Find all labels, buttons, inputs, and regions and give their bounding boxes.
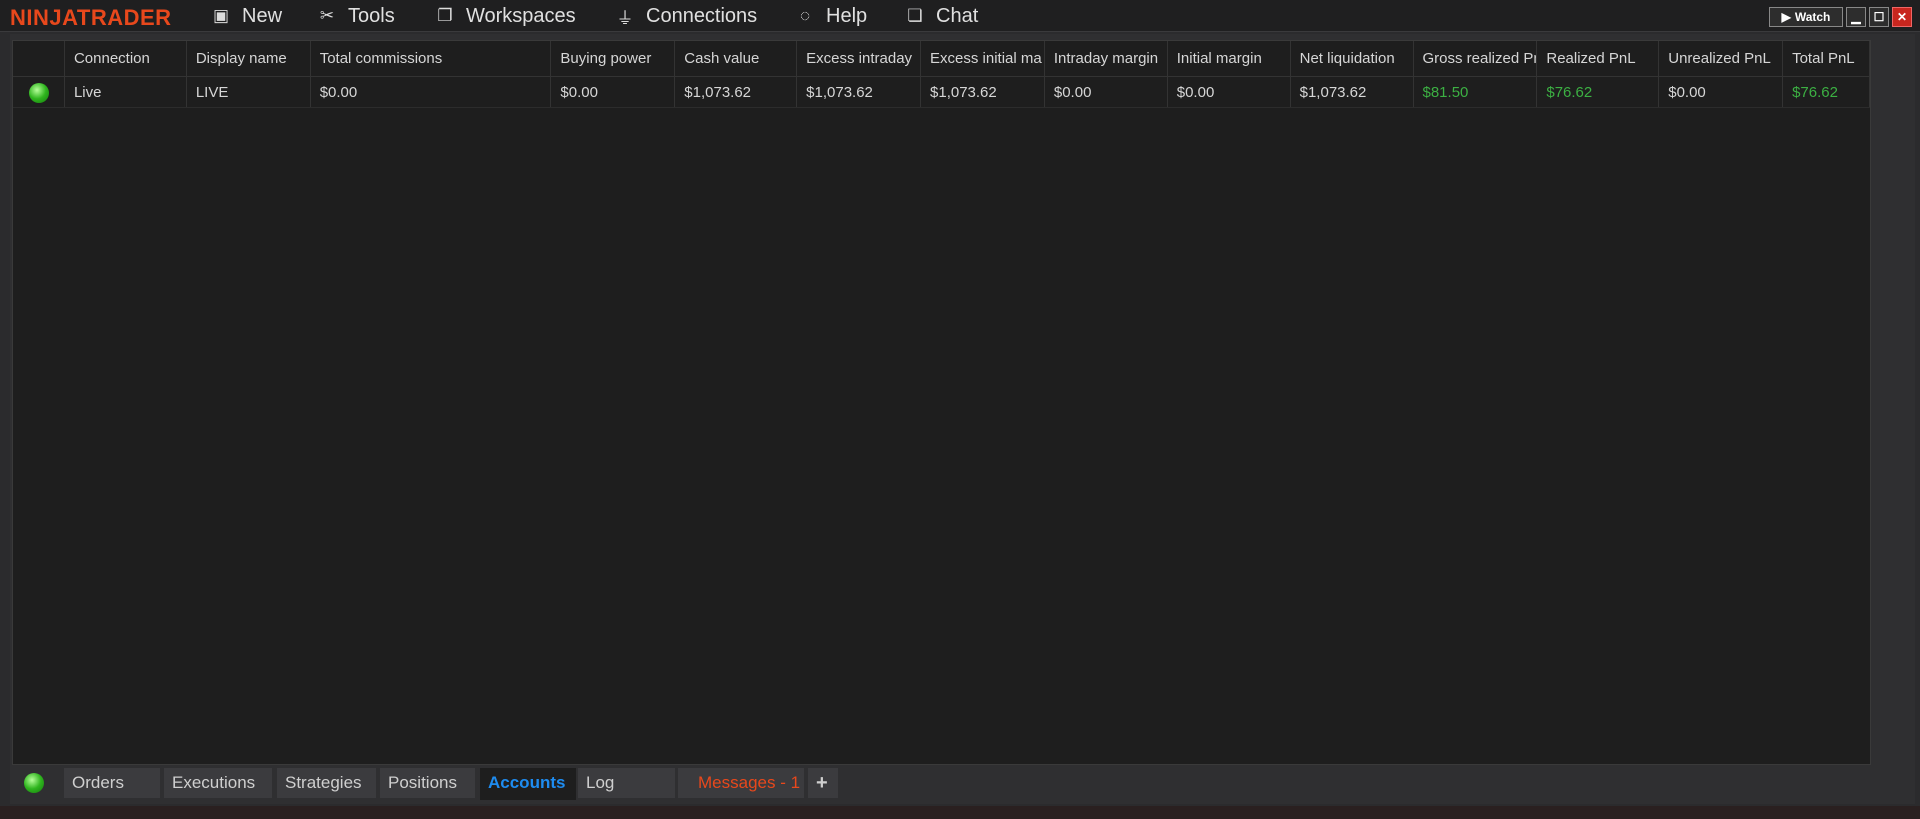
plug-icon: ⏚ bbox=[616, 8, 634, 28]
workspaces-icon: ❐ bbox=[437, 6, 453, 25]
column-header[interactable]: Buying power bbox=[551, 41, 676, 76]
header-row: Connection Display name Total commissions B… bbox=[13, 41, 1870, 77]
column-header[interactable]: Display name bbox=[187, 41, 311, 76]
table-cell: $1,073.62 bbox=[1291, 77, 1414, 107]
table-cell: LIVE bbox=[187, 77, 311, 107]
connection-status-icon bbox=[24, 773, 44, 793]
table-cell: $1,073.62 bbox=[921, 77, 1045, 107]
table-cell: $0.00 bbox=[311, 77, 552, 107]
column-header[interactable]: Cash value bbox=[675, 41, 798, 76]
tab-accounts[interactable]: Accounts bbox=[480, 768, 576, 800]
menu-tools[interactable]: ✂ Tools bbox=[316, 4, 395, 28]
tab-positions[interactable]: Positions bbox=[380, 768, 475, 798]
close-button[interactable]: ✕ bbox=[1892, 7, 1912, 27]
tv-icon: ▶ bbox=[1781, 10, 1791, 24]
column-header[interactable]: Realized PnL bbox=[1537, 41, 1660, 76]
menu-workspaces[interactable]: ❐ Workspaces bbox=[434, 4, 576, 28]
column-header[interactable]: Gross realized PnL bbox=[1414, 41, 1538, 76]
column-header[interactable]: Total PnL bbox=[1783, 41, 1870, 76]
column-header[interactable] bbox=[13, 41, 65, 76]
tab-log[interactable]: Log bbox=[578, 768, 675, 798]
menu-help[interactable]: ◌ Help bbox=[794, 4, 867, 28]
watch-button[interactable]: ▶ Watch bbox=[1769, 7, 1843, 27]
column-header[interactable]: Excess intraday bbox=[797, 41, 922, 76]
table-cell: $1,073.62 bbox=[675, 77, 798, 107]
maximize-button[interactable]: ☐ bbox=[1869, 7, 1889, 27]
table-cell: Live bbox=[65, 77, 187, 107]
table-cell: $0.00 bbox=[1168, 77, 1291, 107]
menu-label: Help bbox=[826, 4, 868, 27]
tools-icon: ✂ bbox=[319, 6, 335, 25]
desktop-strip bbox=[0, 806, 1920, 819]
add-tab-button[interactable]: + bbox=[808, 768, 838, 798]
menu-connections[interactable]: ⏚ Connections bbox=[614, 4, 758, 28]
table-cell: $1,073.62 bbox=[797, 77, 922, 107]
column-header[interactable]: Unrealized PnL bbox=[1659, 41, 1784, 76]
table-cell: $0.00 bbox=[551, 77, 676, 107]
table-cell: $81.50 bbox=[1414, 77, 1538, 107]
menu-label: Chat bbox=[936, 4, 979, 27]
menu-label: Connections bbox=[646, 4, 758, 27]
new-window-icon: ▣ bbox=[212, 6, 230, 25]
accounts-grid: Connection Display name Total commissions B… bbox=[12, 40, 1871, 765]
tab-executions[interactable]: Executions bbox=[164, 768, 272, 798]
menu-label: New bbox=[242, 4, 283, 27]
status-led-icon bbox=[13, 77, 65, 107]
menu-chat[interactable]: ❏ Chat bbox=[904, 4, 978, 28]
table-cell: $76.62 bbox=[1783, 77, 1870, 107]
column-header[interactable]: Net liquidation bbox=[1291, 41, 1414, 76]
column-header[interactable]: Excess initial ma bbox=[921, 41, 1045, 76]
menu-label: Workspaces bbox=[466, 4, 576, 27]
watch-label: Watch bbox=[1794, 10, 1831, 24]
column-header[interactable]: Intraday margin bbox=[1045, 41, 1168, 76]
ninjatrader-logo: NINJATRADER bbox=[10, 5, 172, 30]
menu-new[interactable]: ▣ New bbox=[210, 4, 282, 28]
table-cell: $0.00 bbox=[1659, 77, 1784, 107]
lifebuoy-icon: ◌ bbox=[799, 6, 811, 25]
table-cell: $76.62 bbox=[1537, 77, 1660, 107]
tab-messages[interactable]: Messages - 1 bbox=[678, 768, 804, 798]
column-header[interactable]: Connection bbox=[65, 41, 187, 76]
tab-strategies[interactable]: Strategies bbox=[277, 768, 376, 798]
table-cell: $0.00 bbox=[1045, 77, 1168, 107]
table-row[interactable]: Live LIVE $0.00 $0.00 $1,073.62 $1,073.62 $1,0… bbox=[13, 77, 1870, 108]
column-header[interactable]: Total commissions bbox=[311, 41, 552, 76]
chat-icon: ❏ bbox=[907, 6, 923, 25]
minimize-button[interactable]: ▁ bbox=[1846, 7, 1866, 27]
menu-bar: NINJATRADER ▣ New ✂ Tools ❐ Workspaces ⏚ Con… bbox=[0, 0, 1920, 32]
tab-bar: Orders Executions Strategies Positions A… bbox=[12, 768, 1012, 800]
menu-label: Tools bbox=[348, 4, 395, 27]
tab-orders[interactable]: Orders bbox=[64, 768, 160, 798]
column-header[interactable]: Initial margin bbox=[1168, 41, 1291, 76]
